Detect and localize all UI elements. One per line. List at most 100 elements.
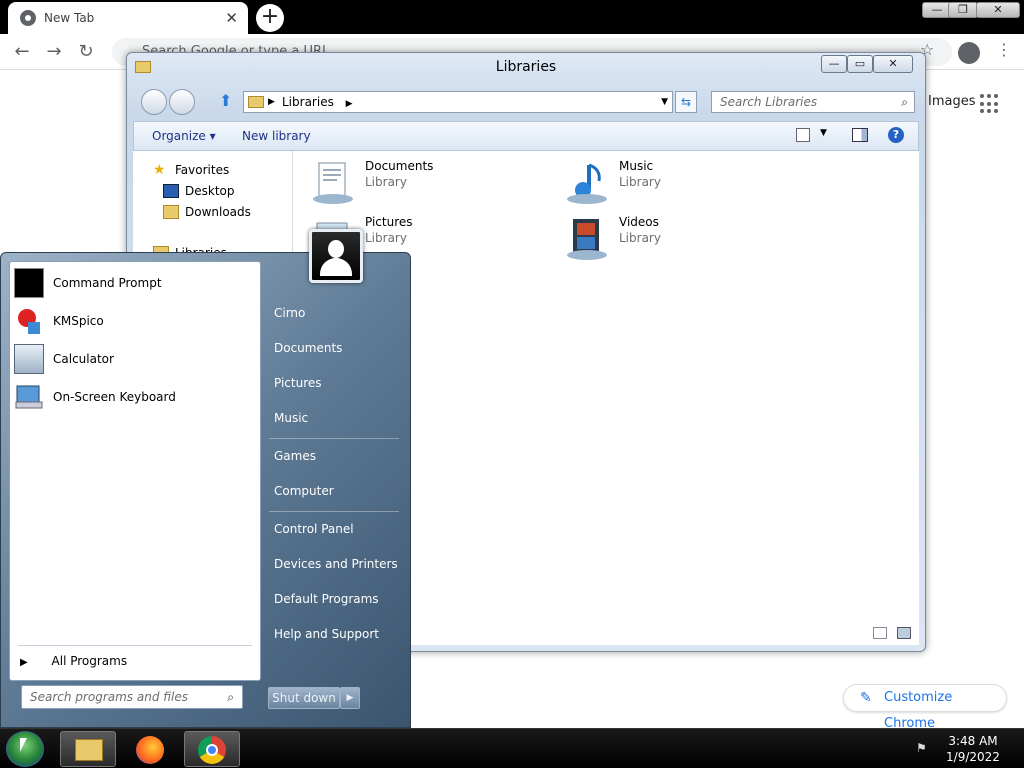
tab-title: New Tab [44,11,95,25]
calculator-icon [14,344,44,374]
explorer-close-button[interactable]: ✕ [873,55,913,73]
up-arrow-icon[interactable]: ⬆ [219,91,232,110]
firefox-icon [136,736,164,764]
taskbar-clock[interactable]: 3:48 AM 1/9/2022 [940,733,1006,765]
help-icon[interactable]: ? [888,127,904,143]
customize-chrome-button[interactable]: ✎ Customize Chrome [843,684,1007,731]
breadcrumb-libraries[interactable]: Libraries [282,95,334,109]
back-arrow-icon[interactable]: ← [10,40,34,64]
nav-desktop[interactable]: Desktop [163,184,235,198]
library-type: Library [365,175,407,189]
program-command-prompt[interactable]: Command Prompt [14,266,162,300]
breadcrumb-arrow-icon[interactable]: ▶ [268,92,275,112]
mouse-cursor-icon [20,738,27,752]
taskbar-chrome-button[interactable] [184,731,240,767]
address-bar[interactable]: ▶ Libraries ▶ ▼ [243,91,673,113]
documents-library-icon [309,159,357,207]
action-center-flag-icon[interactable]: ⚑ [916,741,930,755]
start-link-devices-printers[interactable]: Devices and Printers [274,557,398,571]
program-calculator[interactable]: Calculator [14,342,114,376]
program-kmspico[interactable]: KMSpico [14,304,104,338]
start-link-computer[interactable]: Computer [274,484,334,498]
program-label: Command Prompt [53,276,162,290]
start-link-help-support[interactable]: Help and Support [274,627,379,641]
nav-desktop-label: Desktop [185,184,235,198]
chrome-titlebar: New Tab ✕ + — ❐ ✕ [0,0,1024,34]
music-library-icon [563,159,611,207]
program-label: On-Screen Keyboard [53,390,176,404]
chrome-menu-icon[interactable]: ⋮ [996,40,1012,59]
details-view-icon[interactable] [873,627,887,639]
explorer-back-button[interactable] [141,89,167,115]
search-placeholder: Search Libraries [720,95,818,109]
start-link-music[interactable]: Music [274,411,308,425]
nav-favorites[interactable]: ★ Favorites [153,163,229,177]
images-link[interactable]: Images [928,94,976,109]
links-separator [269,438,399,439]
downloads-icon [163,205,179,219]
start-search-input[interactable]: Search programs and files ⌕ [21,685,243,709]
tab-close-icon[interactable]: ✕ [225,9,238,27]
right-triangle-icon: ▶ [20,657,28,668]
preview-pane-icon[interactable] [852,128,868,142]
user-head-shape [328,240,344,258]
all-programs-label: All Programs [51,654,128,668]
start-menu-links-pane: Cirno Documents Pictures Music Games Com… [261,229,411,729]
start-link-documents[interactable]: Documents [274,341,342,355]
programs-separator [18,645,252,646]
chrome-close-button[interactable]: ✕ [976,2,1020,18]
user-avatar[interactable] [309,229,363,283]
desktop-icon [163,184,179,198]
breadcrumb-arrow-icon[interactable]: ▶ [346,99,353,109]
taskbar-firefox-button[interactable] [122,731,178,767]
taskbar: ⚑ 3:48 AM 1/9/2022 [0,728,1024,768]
star-icon: ★ [153,162,166,178]
start-search-placeholder: Search programs and files [30,690,188,704]
view-dropdown-icon[interactable]: ▼ [820,128,827,138]
reload-icon[interactable]: ↻ [74,40,98,64]
chrome-icon-center [206,744,218,756]
new-tab-button[interactable]: + [256,4,284,32]
explorer-command-bar: Organize ▾ New library ▼ ? [133,121,919,151]
new-library-button[interactable]: New library [242,129,311,143]
explorer-forward-button[interactable] [169,89,195,115]
library-name: Documents [365,159,434,173]
kmspico-icon [14,306,44,336]
chrome-tab-newtab[interactable]: New Tab ✕ [8,2,248,34]
customize-chrome-label: Customize Chrome [884,690,953,731]
organize-button[interactable]: Organize ▾ [152,129,216,143]
search-libraries-input[interactable]: Search Libraries ⌕ [711,91,915,113]
start-link-control-panel[interactable]: Control Panel [274,522,354,536]
refresh-button[interactable]: ⇆ [675,91,697,113]
address-dropdown-icon[interactable]: ▼ [661,92,668,112]
all-programs-button[interactable]: ▶ All Programs [20,654,127,668]
library-type: Library [619,175,661,189]
profile-avatar-icon[interactable] [958,42,980,64]
start-link-user[interactable]: Cirno [274,306,305,320]
start-link-default-programs[interactable]: Default Programs [274,592,379,606]
start-link-games[interactable]: Games [274,449,316,463]
large-icons-view-icon[interactable] [897,627,911,639]
chrome-maximize-button[interactable]: ❐ [948,2,978,18]
library-videos[interactable]: Videos Library [563,215,661,263]
videos-library-icon [563,215,611,263]
shutdown-button[interactable]: Shut down [268,687,340,709]
links-separator [269,511,399,512]
start-menu-programs-pane: Command Prompt KMSpico Calculator On-Scr… [9,261,261,681]
taskbar-explorer-button[interactable] [60,731,116,767]
library-music[interactable]: Music Library [563,159,661,207]
nav-favorites-label: Favorites [175,163,230,177]
nav-downloads[interactable]: Downloads [163,205,251,219]
library-documents[interactable]: Documents Library [309,159,433,207]
change-view-icon[interactable] [796,128,810,142]
google-apps-icon[interactable] [980,94,1000,114]
start-link-pictures[interactable]: Pictures [274,376,322,390]
user-body-shape [320,258,352,276]
explorer-minimize-button[interactable]: — [821,55,847,73]
forward-arrow-icon[interactable]: → [42,40,66,64]
clock-date: 1/9/2022 [946,750,1000,764]
explorer-maximize-button[interactable]: ▭ [847,55,873,73]
explorer-folder-icon [75,739,103,761]
shutdown-options-arrow-icon[interactable]: ▶ [340,687,360,709]
program-on-screen-keyboard[interactable]: On-Screen Keyboard [14,380,176,414]
